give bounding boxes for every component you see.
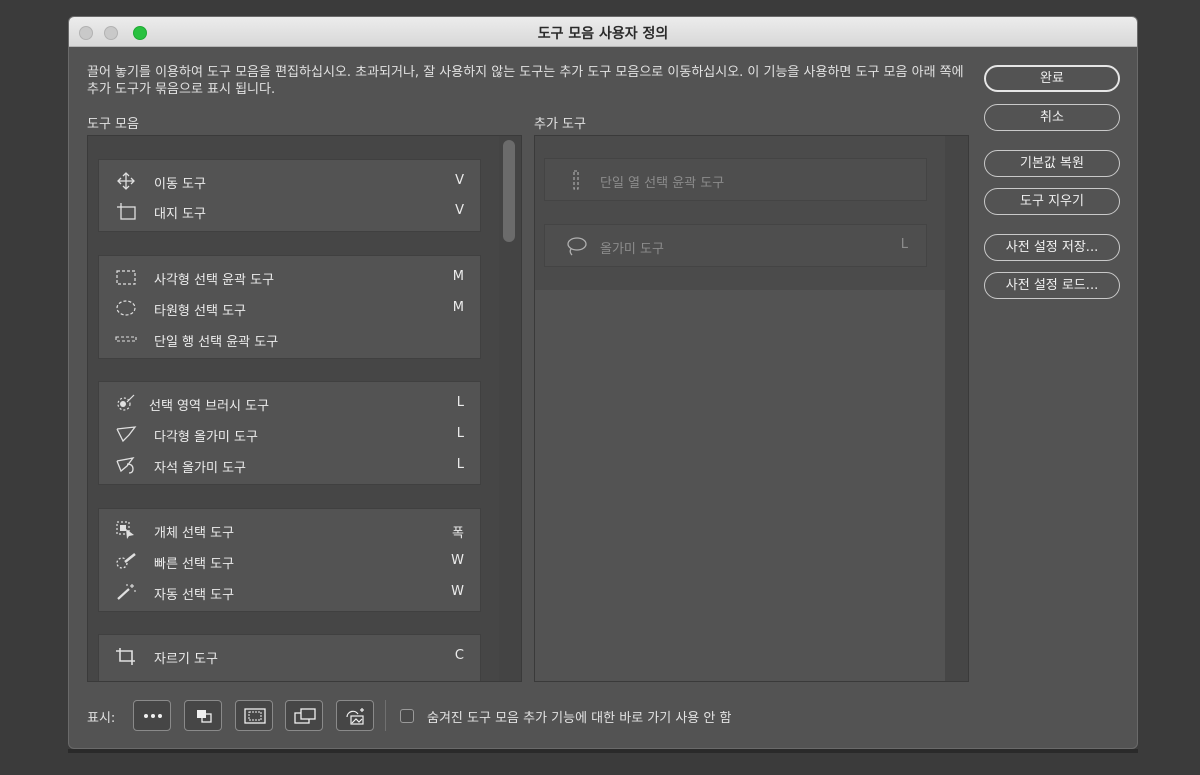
tool-name: 개체 선택 도구 xyxy=(154,526,235,541)
extra-tools-section-label: 추가 도구 xyxy=(534,117,586,132)
tool-item[interactable]: 다각형 올가미 도구 L xyxy=(99,419,480,449)
tool-shortcut: 폭 xyxy=(452,526,464,541)
tool-name: 선택 영역 브러시 도구 xyxy=(149,399,270,414)
tool-item[interactable]: 사각형 선택 윤곽 도구 M xyxy=(99,262,480,292)
tool-item[interactable]: 대지 도구 V xyxy=(99,196,480,226)
tool-group[interactable]: 자르기 도구 C xyxy=(98,634,481,681)
tool-name: 자석 올가미 도구 xyxy=(154,461,246,476)
tool-item[interactable]: 타원형 선택 도구 M xyxy=(99,293,480,323)
toggle-colors-button[interactable] xyxy=(184,700,222,731)
extra-tool-item[interactable]: 단일 열 선택 윤곽 도구 xyxy=(544,158,927,201)
extra-tools-drop-area[interactable] xyxy=(535,290,945,681)
move-icon xyxy=(117,172,135,190)
toolbar-list-panel[interactable]: 이동 도구 V 대지 도구 V 사각형 선택 윤곽 도구 M 타원형 선택 도구… xyxy=(87,135,522,682)
show-label: 표시: xyxy=(87,711,116,726)
artboard-icon xyxy=(117,203,136,220)
done-button[interactable]: 완료 xyxy=(984,65,1120,92)
rect-marquee-icon xyxy=(116,270,136,285)
title-bar: 도구 모음 사용자 정의 xyxy=(69,17,1137,47)
toggle-edit-image-button[interactable] xyxy=(336,700,374,731)
tool-group[interactable]: 이동 도구 V 대지 도구 V xyxy=(98,159,481,232)
object-selection-icon xyxy=(116,521,134,539)
load-preset-button[interactable]: 사전 설정 로드... xyxy=(984,272,1120,299)
tool-shortcut: L xyxy=(456,457,464,472)
tool-group[interactable]: 개체 선택 도구 폭 빠른 선택 도구 W 자동 선택 도구 W xyxy=(98,508,481,612)
tool-shortcut: M xyxy=(452,269,464,284)
tool-item[interactable]: 단일 행 선택 윤곽 도구 xyxy=(99,324,480,354)
restore-defaults-button[interactable]: 기본값 복원 xyxy=(984,150,1120,177)
single-row-marquee-icon xyxy=(115,336,137,342)
tool-group[interactable]: 선택 영역 브러시 도구 L 다각형 올가미 도구 L 자석 올가미 도구 L xyxy=(98,381,481,485)
window-title: 도구 모음 사용자 정의 xyxy=(537,26,669,42)
cancel-button[interactable]: 취소 xyxy=(984,104,1120,131)
magnetic-lasso-icon xyxy=(116,457,135,474)
tool-shortcut: W xyxy=(451,553,464,568)
clear-tools-button[interactable]: 도구 지우기 xyxy=(984,188,1120,215)
tool-shortcut: V xyxy=(455,173,464,188)
scrollbar-thumb[interactable] xyxy=(503,140,515,242)
extra-tool-item[interactable]: 올가미 도구 L xyxy=(544,224,927,267)
ellipse-marquee-icon xyxy=(116,300,136,316)
polygonal-lasso-icon xyxy=(116,426,137,443)
lasso-icon xyxy=(567,237,587,256)
tool-item[interactable]: 이동 도구 V xyxy=(99,166,480,196)
crop-icon xyxy=(116,648,135,665)
tool-shortcut: M xyxy=(452,300,464,315)
quick-mask-icon xyxy=(244,708,266,724)
toggle-more-button[interactable] xyxy=(133,700,171,731)
disable-shortcuts-checkbox[interactable] xyxy=(400,709,414,723)
tool-shortcut: W xyxy=(451,584,464,599)
bottom-divider xyxy=(385,700,386,731)
tool-item[interactable]: 빠른 선택 도구 W xyxy=(99,546,480,576)
toolbar-section-label: 도구 모음 xyxy=(87,117,139,132)
customize-toolbar-dialog: 도구 모음 사용자 정의 끌어 놓기를 이용하여 도구 모음을 편집하십시오. … xyxy=(68,16,1138,749)
tool-item[interactable]: 선택 영역 브러시 도구 L xyxy=(99,388,480,418)
toolbar-scrollbar[interactable] xyxy=(499,136,521,681)
toggle-screen-mode-button[interactable] xyxy=(285,700,323,731)
tool-name: 올가미 도구 xyxy=(600,242,664,257)
tool-shortcut: C xyxy=(454,648,464,663)
tool-item[interactable]: 자석 올가미 도구 L xyxy=(99,450,480,480)
tool-name: 다각형 올가미 도구 xyxy=(154,430,258,445)
tool-group[interactable]: 사각형 선택 윤곽 도구 M 타원형 선택 도구 M 단일 행 선택 윤곽 도구 xyxy=(98,255,481,359)
tool-shortcut: L xyxy=(900,237,908,252)
tool-name: 빠른 선택 도구 xyxy=(154,557,235,572)
foreground-background-icon xyxy=(197,710,212,723)
edit-image-icon xyxy=(346,708,364,725)
tool-name: 단일 행 선택 윤곽 도구 xyxy=(154,335,279,350)
tool-shortcut: V xyxy=(455,203,464,218)
quick-selection-icon xyxy=(116,553,136,569)
single-column-marquee-icon xyxy=(573,170,579,190)
tool-name: 자동 선택 도구 xyxy=(154,588,235,603)
selection-brush-icon xyxy=(117,394,135,411)
extra-tools-panel[interactable]: 단일 열 선택 윤곽 도구 올가미 도구 L xyxy=(534,135,969,682)
tool-shortcut: L xyxy=(456,395,464,410)
disable-shortcuts-label[interactable]: 숨겨진 도구 모음 추가 기능에 대한 바로 가기 사용 안 함 xyxy=(427,707,731,726)
tool-name: 사각형 선택 윤곽 도구 xyxy=(154,273,275,288)
save-preset-button[interactable]: 사전 설정 저장... xyxy=(984,234,1120,261)
tool-name: 이동 도구 xyxy=(154,177,206,192)
magic-wand-icon xyxy=(117,584,136,600)
screen-mode-icon xyxy=(294,708,316,724)
tool-name: 타원형 선택 도구 xyxy=(154,304,246,319)
more-icon xyxy=(144,714,162,718)
tool-name: 대지 도구 xyxy=(154,207,206,222)
tool-item[interactable]: 자동 선택 도구 W xyxy=(99,577,480,607)
dialog-description: 끌어 놓기를 이용하여 도구 모음을 편집하십시오. 초과되거나, 잘 사용하지… xyxy=(87,65,964,97)
tool-name: 단일 열 선택 윤곽 도구 xyxy=(600,176,725,191)
toggle-quick-mask-button[interactable] xyxy=(235,700,273,731)
tool-shortcut: L xyxy=(456,426,464,441)
tool-name: 자르기 도구 xyxy=(154,652,218,667)
window-shadow-strip xyxy=(68,749,1138,753)
tool-item[interactable]: 개체 선택 도구 폭 xyxy=(99,515,480,545)
tool-item[interactable]: 자르기 도구 C xyxy=(99,641,480,671)
